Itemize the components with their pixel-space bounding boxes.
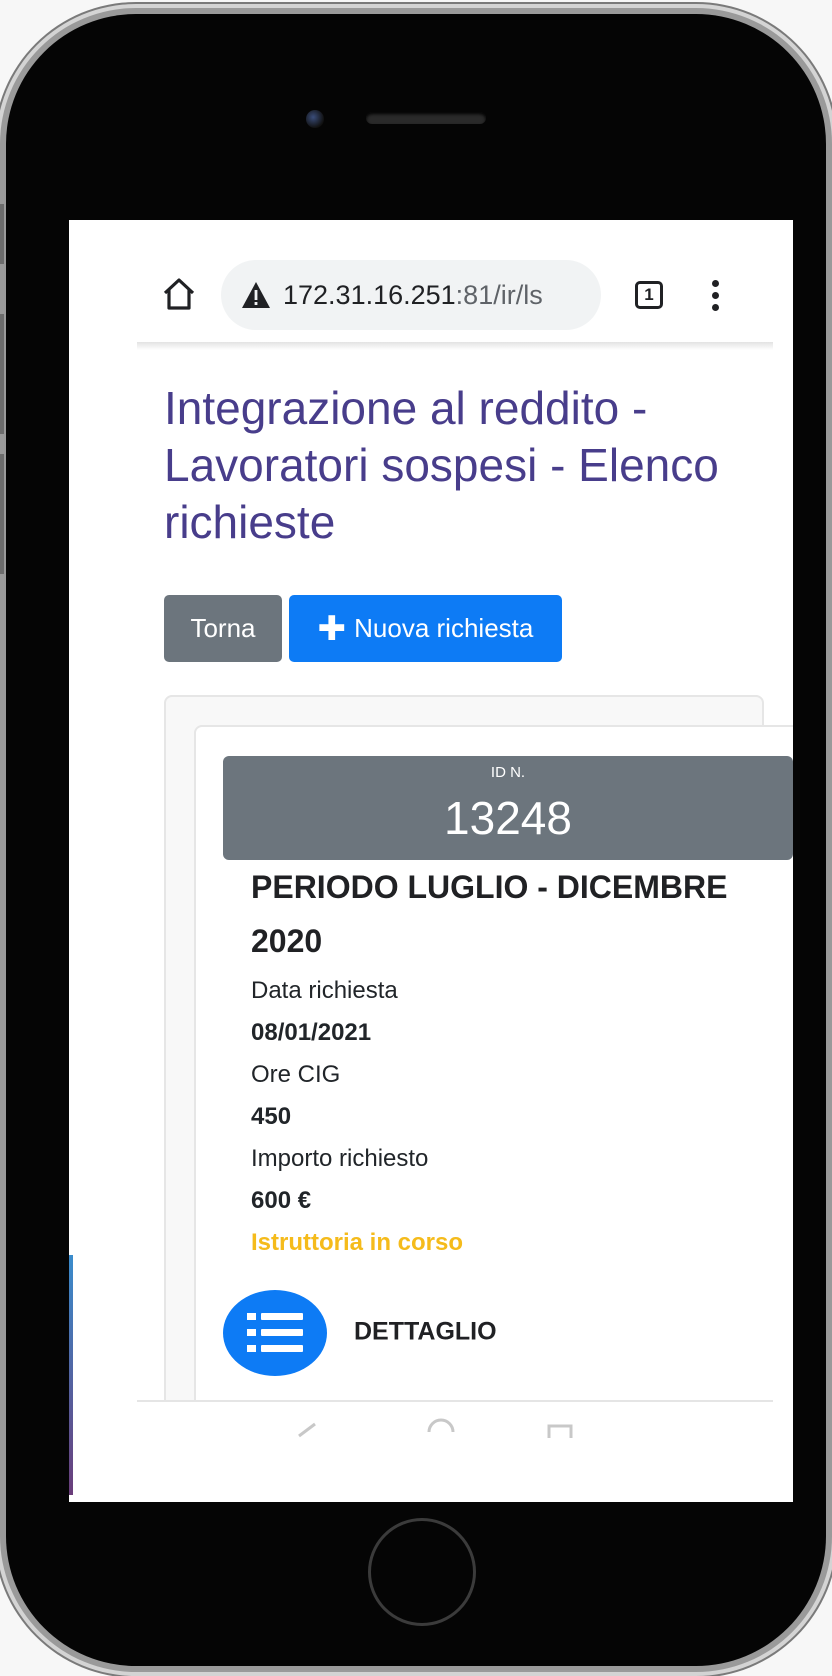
tabs-icon[interactable]: 1 xyxy=(635,281,663,309)
id-value: 13248 xyxy=(444,792,572,844)
screen-bottom xyxy=(69,1402,793,1502)
hours-value: 450 xyxy=(251,1103,292,1130)
date-value: 08/01/2021 xyxy=(251,1019,372,1046)
system-nav-bar xyxy=(298,1418,573,1438)
back-nav-icon xyxy=(298,1422,316,1438)
id-label: ID N. xyxy=(490,764,526,781)
home-button[interactable] xyxy=(368,1518,476,1626)
new-request-button[interactable]: ✚ Nuova richiesta xyxy=(289,595,562,662)
nav-divider xyxy=(137,1400,773,1402)
front-camera xyxy=(306,110,324,128)
volume-up-button xyxy=(0,314,4,434)
back-button-label: Torna xyxy=(190,613,256,643)
list-icon xyxy=(247,1313,303,1352)
id-banner: ID N. 13248 xyxy=(223,756,793,860)
phone-frame: 172.31.16.251:81/ir/ls 1 Integrazione al… xyxy=(0,14,826,1666)
more-vert-icon[interactable] xyxy=(709,280,721,312)
warning-icon[interactable] xyxy=(241,281,271,309)
address-bar[interactable]: 172.31.16.251:81/ir/ls xyxy=(221,260,601,330)
status-text: Istruttoria in corso xyxy=(251,1229,464,1256)
hours-label: Ore CIG xyxy=(251,1061,341,1088)
request-period: PERIODO LUGLIO - DICEMBRE 2020 xyxy=(251,869,728,959)
request-fields: Data richiesta 08/01/2021 Ore CIG 450 Im… xyxy=(251,970,751,1264)
detail-button[interactable] xyxy=(223,1290,327,1376)
recents-nav-icon xyxy=(547,1424,573,1438)
plus-icon: ✚ xyxy=(317,609,347,648)
url-path: :81/ir/ls xyxy=(455,279,543,310)
page-title: Integrazione al reddito - Lavoratori sos… xyxy=(164,382,719,548)
tab-count: 1 xyxy=(644,285,654,304)
home-icon[interactable] xyxy=(159,274,199,314)
phone-screen: 172.31.16.251:81/ir/ls 1 Integrazione al… xyxy=(69,220,793,1502)
screen-edge-strip xyxy=(69,1255,73,1495)
amount-value: 600 € xyxy=(251,1187,312,1214)
date-label: Data richiesta xyxy=(251,977,398,1004)
mute-switch xyxy=(0,204,4,264)
detail-link[interactable]: DETTAGLIO xyxy=(354,1318,497,1347)
back-button[interactable]: Torna xyxy=(164,595,282,662)
home-nav-icon xyxy=(427,1418,455,1433)
toolbar-shadow xyxy=(137,342,773,350)
url-host: 172.31.16.251 xyxy=(283,279,456,310)
volume-down-button xyxy=(0,454,4,574)
earpiece-speaker xyxy=(366,112,486,124)
browser-toolbar: 172.31.16.251:81/ir/ls 1 xyxy=(69,220,793,342)
amount-label: Importo richiesto xyxy=(251,1145,429,1172)
new-request-label: Nuova richiesta xyxy=(354,613,534,643)
